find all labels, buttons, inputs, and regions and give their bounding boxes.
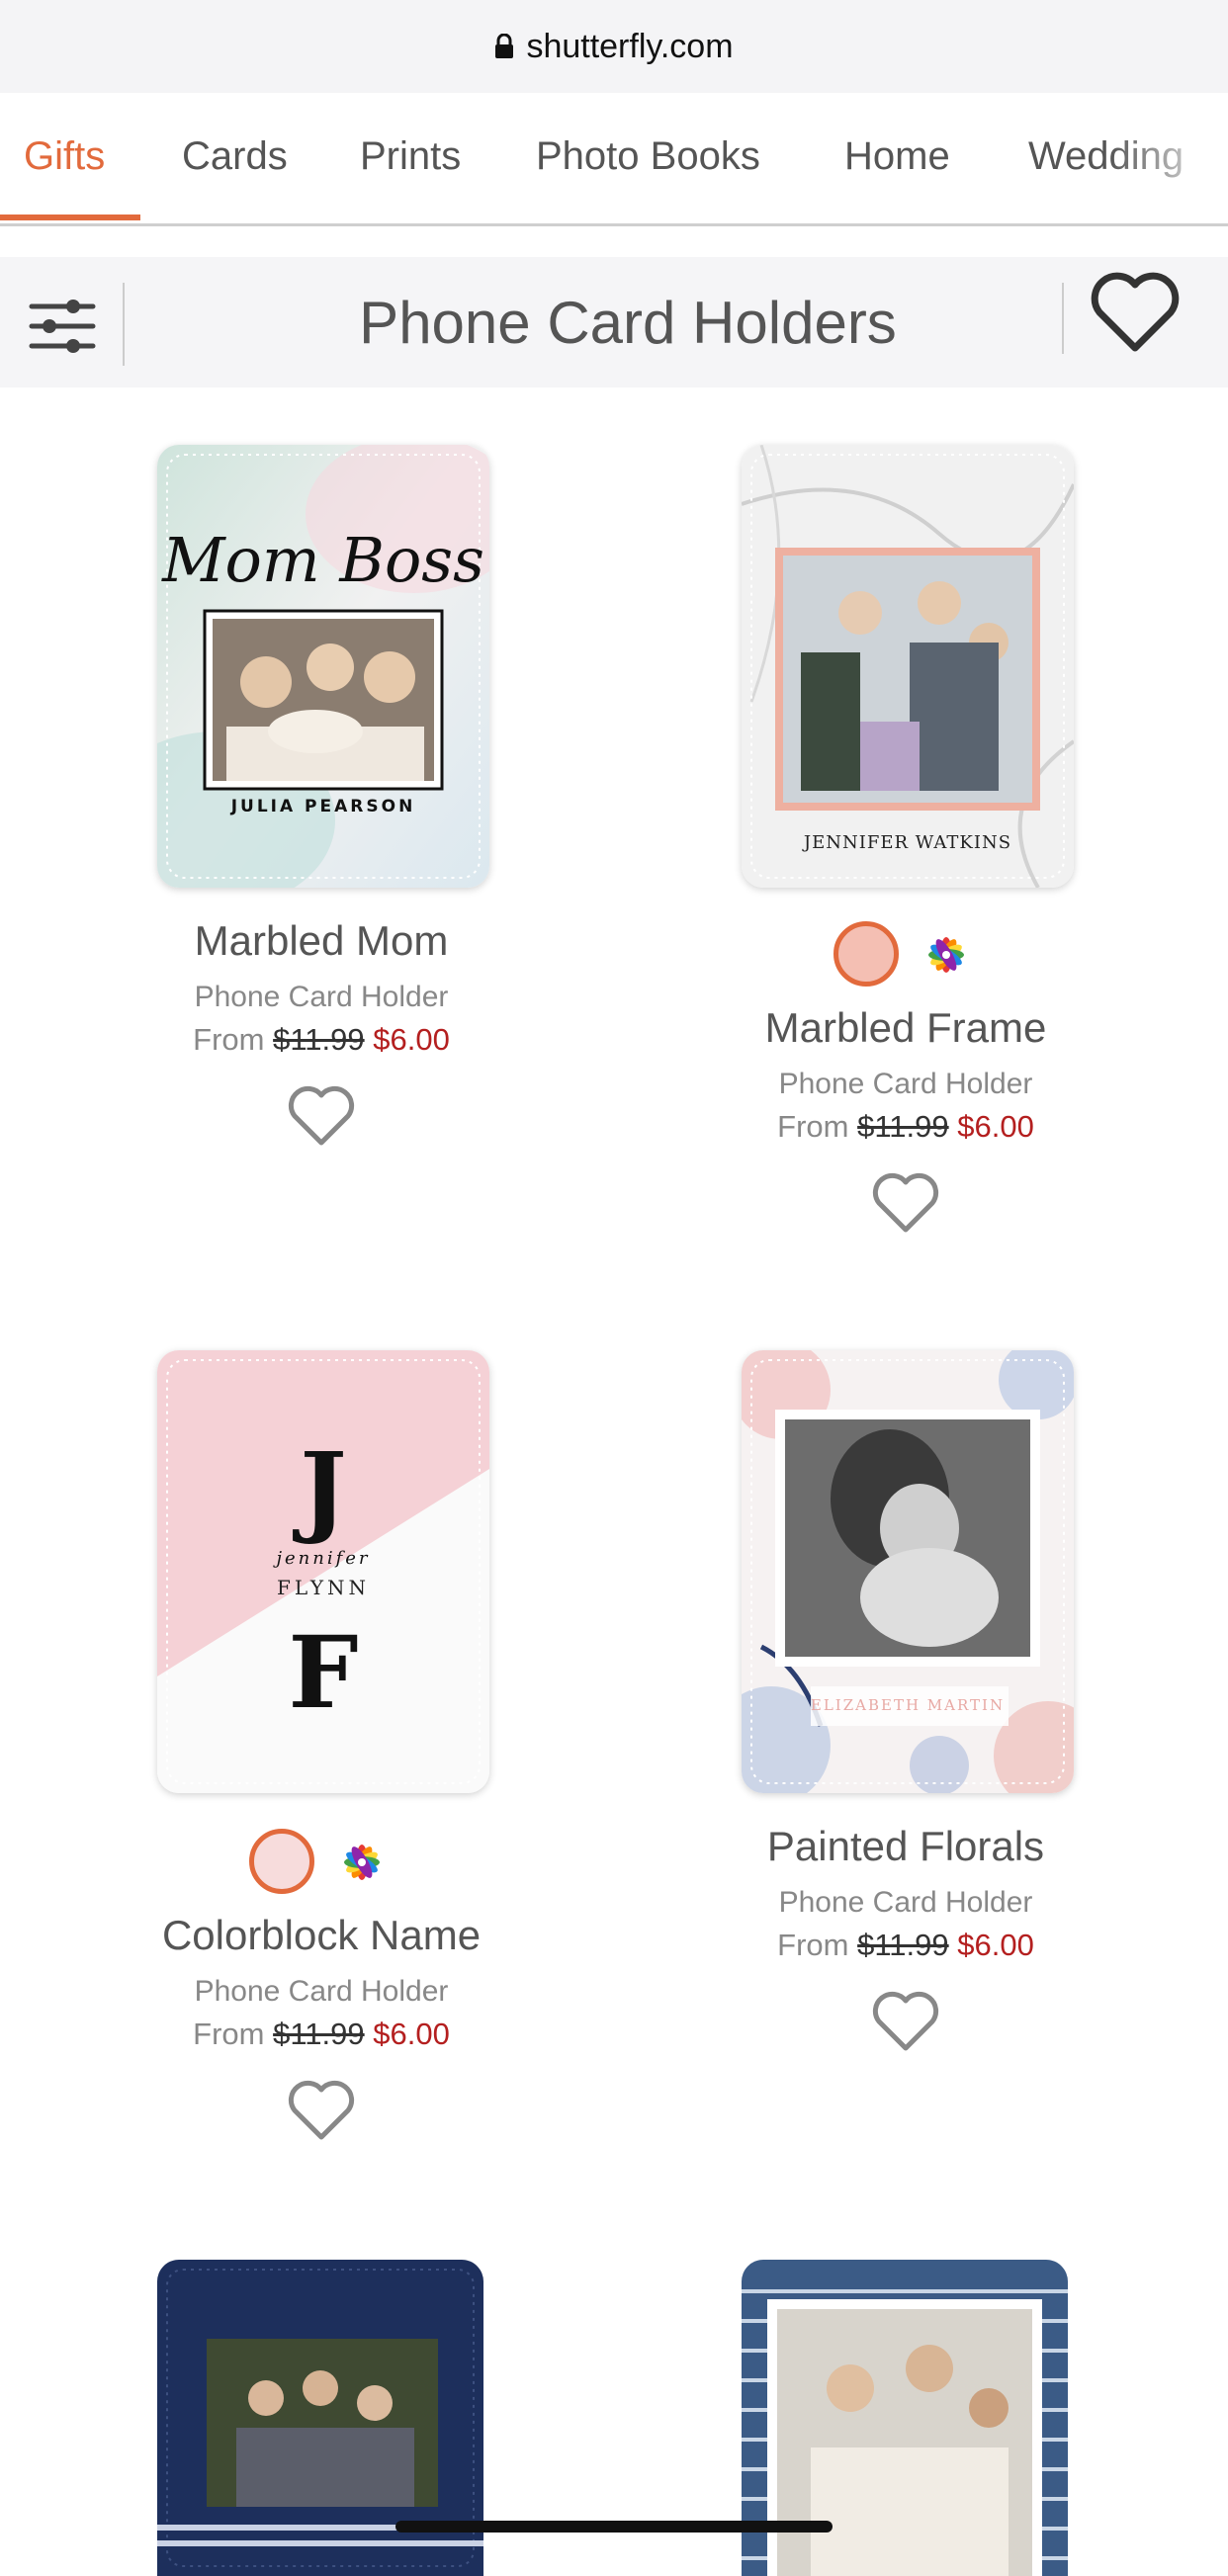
art-caption: JULIA PEARSON — [230, 797, 416, 816]
art-script-text: Mom Boss — [162, 524, 484, 596]
art-caption: ELIZABETH MARTIN — [810, 1696, 1006, 1714]
price-from-label: From — [777, 1928, 849, 1962]
category-nav: Gifts Cards Prints Photo Books Home Wedd… — [0, 93, 1228, 226]
product-type: Phone Card Holder — [778, 1068, 1033, 1100]
card-holder-art — [742, 445, 1074, 888]
swatch-pink[interactable] — [249, 1829, 314, 1894]
original-price: $11.99 — [857, 1109, 949, 1144]
product-image[interactable]: ELIZABETH MARTIN — [742, 1350, 1074, 1793]
price-from-label: From — [777, 1109, 849, 1144]
product-image[interactable]: JENNIFER WATKINS — [742, 445, 1074, 888]
active-tab-indicator — [0, 215, 140, 220]
favorite-heart-icon[interactable] — [287, 2080, 356, 2143]
product-name[interactable]: Marbled Mom — [44, 917, 598, 965]
art-last-name: FLYNN — [276, 1576, 371, 1599]
header-divider — [1062, 283, 1064, 354]
page-header: Phone Card Holders — [0, 257, 1228, 387]
scroll-fade — [1109, 93, 1228, 220]
favorite-heart-icon[interactable] — [871, 1991, 940, 2054]
sale-price: $6.00 — [373, 1022, 450, 1057]
art-caption: JENNIFER WATKINS — [803, 832, 1012, 853]
more-colors-icon[interactable] — [340, 1841, 384, 1884]
price-from-label: From — [193, 2017, 265, 2051]
url-text: shutterfly.com — [526, 27, 734, 65]
sale-price: $6.00 — [957, 1109, 1034, 1144]
favorite-heart-icon[interactable] — [287, 1085, 356, 1149]
filter-icon[interactable] — [28, 297, 97, 356]
product-type: Phone Card Holder — [194, 1975, 449, 2008]
art-initial-bottom: F — [288, 1614, 359, 1731]
address-bar[interactable]: shutterfly.com — [0, 0, 1228, 94]
tab-home[interactable]: Home — [844, 93, 950, 220]
product-card-colorblock-name[interactable]: J jennifer FLYNN F Colorblock Name Phone… — [44, 1350, 598, 2171]
page-title: Phone Card Holders — [359, 289, 897, 356]
product-price: From $11.99 $6.00 — [629, 1109, 1183, 1145]
original-price: $11.99 — [273, 2017, 365, 2051]
product-type: Phone Card Holder — [194, 981, 449, 1013]
art-initial-top: J — [300, 1430, 347, 1547]
lock-icon — [495, 34, 514, 58]
swatch-pink[interactable] — [833, 921, 899, 987]
card-holder-art — [157, 445, 489, 888]
favorites-heart-icon[interactable] — [1090, 271, 1181, 354]
art-first-name: jennifer — [276, 1548, 371, 1569]
color-swatches — [249, 1829, 447, 1894]
sale-price: $6.00 — [373, 2017, 450, 2051]
card-holder-art — [742, 1350, 1074, 1793]
product-price: From $11.99 $6.00 — [44, 2017, 598, 2052]
sale-price: $6.00 — [957, 1928, 1034, 1962]
product-type: Phone Card Holder — [778, 1886, 1033, 1919]
product-name[interactable]: Colorblock Name — [44, 1912, 598, 1959]
tab-prints[interactable]: Prints — [360, 93, 461, 220]
color-swatches — [833, 921, 1031, 987]
product-card-marbled-frame[interactable]: JENNIFER WATKINS Marbled Frame Phone Car… — [629, 445, 1183, 1265]
product-price: From $11.99 $6.00 — [629, 1928, 1183, 1963]
tab-photo-books[interactable]: Photo Books — [536, 93, 760, 220]
header-divider — [123, 283, 125, 366]
home-indicator — [395, 2521, 833, 2533]
original-price: $11.99 — [273, 1022, 365, 1057]
product-card-painted-florals[interactable]: ELIZABETH MARTIN Painted Florals Phone C… — [629, 1350, 1183, 2082]
product-card-marbled-mom[interactable]: Mom Boss JULIA PEARSON Marbled Mom Phone… — [44, 445, 598, 1166]
favorite-heart-icon[interactable] — [871, 1172, 940, 1236]
tab-gifts[interactable]: Gifts — [24, 93, 105, 220]
product-price: From $11.99 $6.00 — [44, 1022, 598, 1058]
price-from-label: From — [193, 1022, 265, 1057]
product-name[interactable]: Painted Florals — [629, 1823, 1183, 1870]
product-image[interactable]: Mom Boss JULIA PEARSON — [157, 445, 489, 888]
tab-cards[interactable]: Cards — [182, 93, 288, 220]
product-name[interactable]: Marbled Frame — [629, 1004, 1183, 1052]
more-colors-icon[interactable] — [924, 933, 968, 977]
product-image[interactable]: J jennifer FLYNN F — [157, 1350, 489, 1793]
original-price: $11.99 — [857, 1928, 949, 1962]
